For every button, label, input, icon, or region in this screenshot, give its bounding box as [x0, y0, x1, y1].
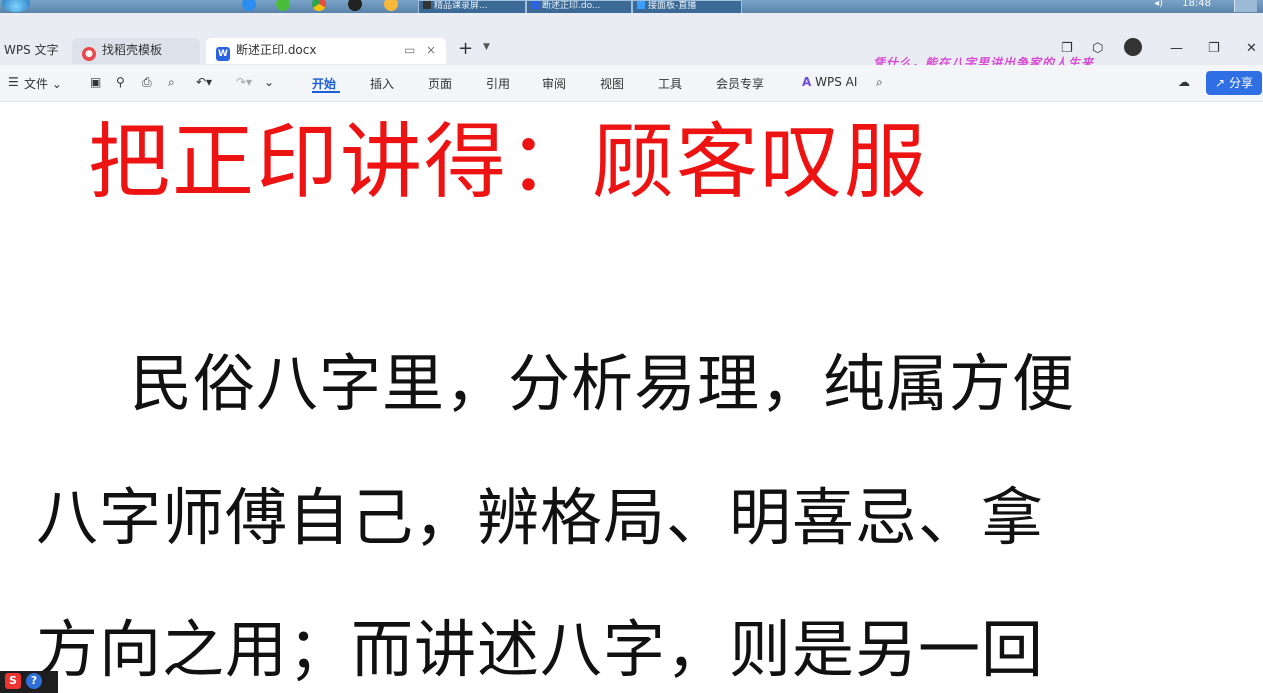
new-tab-button[interactable]: + [458, 38, 473, 60]
wps-doc-icon [531, 1, 539, 9]
tab-view[interactable]: 视图 [600, 75, 624, 92]
restore-icon[interactable]: ❐ [1208, 41, 1220, 56]
print-icon[interactable]: ⎙ [142, 75, 152, 90]
tab-home[interactable]: 开始 [312, 75, 336, 92]
wps-ai-button[interactable]: A WPS AI [802, 75, 857, 89]
chrome-icon[interactable] [312, 0, 326, 11]
dark-app-icon[interactable] [348, 0, 362, 11]
cloud-sync-icon[interactable]: ☁ [1178, 75, 1190, 89]
undo-icon[interactable]: ↶▾ [196, 75, 212, 89]
document-line-2: 八字师傅自己，辨格局、明喜忌、拿 [36, 481, 1045, 554]
tab-document[interactable]: W 断述正印.docx ▭ × [206, 38, 446, 64]
tab-page[interactable]: 页面 [428, 75, 452, 92]
print-preview-icon[interactable]: ⌕ [168, 75, 175, 90]
show-desktop-button[interactable] [1234, 0, 1257, 12]
media-player-icon[interactable] [384, 0, 398, 11]
tab-references[interactable]: 引用 [486, 75, 510, 92]
share-icon: ↗ [1215, 76, 1226, 90]
taskbar-task-recorder[interactable]: 精品课录屏... [418, 0, 526, 13]
tab-close-icon[interactable]: × [426, 38, 436, 62]
file-menu[interactable]: 文件 ⌄ [24, 75, 62, 92]
green-app-icon[interactable] [276, 0, 290, 11]
document-line-1: 民俗八字里，分析易理，纯属方便 [130, 347, 1076, 420]
tab-wps-writer[interactable]: WPS 文字 [4, 38, 59, 64]
ie-browser-icon[interactable] [242, 0, 256, 11]
tab-template-label: 找稻壳模板 [102, 43, 163, 57]
tab-insert[interactable]: 插入 [370, 75, 394, 92]
wps-ai-icon: A [802, 75, 812, 89]
tab-tools[interactable]: 工具 [658, 75, 682, 92]
user-avatar[interactable] [1124, 38, 1142, 56]
hamburger-menu-icon[interactable]: ☰ [8, 75, 19, 89]
volume-icon[interactable]: ◂) [1154, 0, 1163, 9]
live-panel-icon [637, 1, 645, 9]
tab-document-label: 断述正印.docx [236, 43, 317, 57]
taskbar-task-wps-doc[interactable]: 断述正印.do... [526, 0, 632, 13]
ribbon-menu-bar: ☰ 文件 ⌄ ▣ ⚲ ⎙ ⌕ ↶▾ ↷▾ ⌄ 开始 插入 页面 引用 审阅 视图… [0, 65, 1263, 102]
system-tray: S ? [0, 671, 58, 693]
docer-template-icon: ● [82, 47, 96, 61]
close-window-icon[interactable]: ✕ [1246, 41, 1257, 56]
tab-review[interactable]: 审阅 [542, 75, 566, 92]
document-line-3: 方向之用；而讲述八字，则是另一回 [36, 613, 1045, 686]
tab-float-icon[interactable]: ▭ [404, 38, 415, 62]
save-icon[interactable]: ▣ [90, 75, 101, 89]
tab-template[interactable]: ● 找稻壳模板 [72, 38, 200, 64]
sogou-input-icon[interactable]: S [5, 673, 21, 689]
search-icon[interactable]: ⌕ [876, 75, 883, 90]
tab-member[interactable]: 会员专享 [716, 75, 764, 92]
chevron-down-icon[interactable]: ▼ [483, 42, 490, 52]
start-orb-icon[interactable] [2, 0, 30, 12]
share-button[interactable]: ↗ 分享 [1206, 71, 1262, 95]
taskbar-task-live-panel[interactable]: 接面板-直播 [632, 0, 742, 13]
help-icon[interactable]: ? [26, 673, 42, 689]
recorder-icon [423, 1, 431, 9]
taskbar-clock: 18:48 [1182, 0, 1211, 9]
format-painter-icon[interactable]: ⚲ [116, 75, 125, 89]
wps-writer-doc-icon: W [216, 47, 230, 61]
more-chevron-icon[interactable]: ⌄ [264, 75, 274, 89]
minimize-icon[interactable]: — [1170, 41, 1183, 56]
active-tab-indicator [312, 91, 340, 93]
windows-taskbar: 精品课录屏... 断述正印.do... 接面板-直播 ◂) 18:48 [0, 0, 1263, 13]
document-title: 把正印讲得：顾客叹服 [88, 115, 929, 210]
redo-icon[interactable]: ↷▾ [236, 75, 252, 89]
